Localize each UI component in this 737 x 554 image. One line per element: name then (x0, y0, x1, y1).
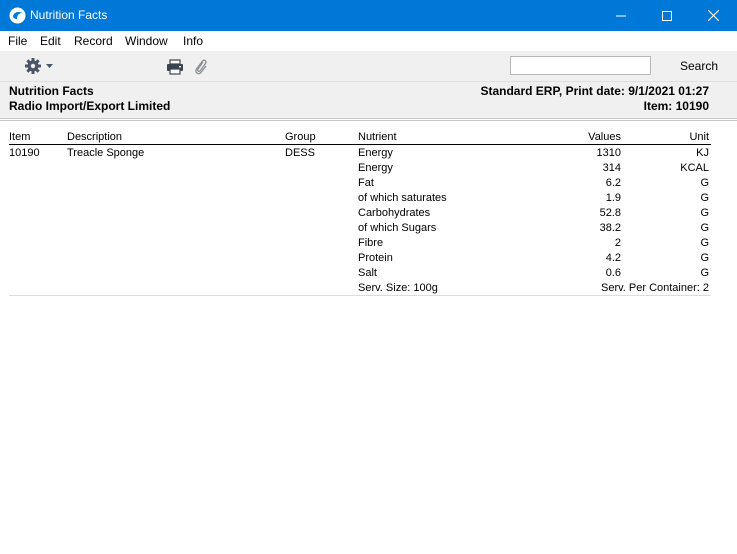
header-values: Values (588, 131, 621, 143)
print-info: Standard ERP, Print date: 9/1/2021 01:27 (480, 84, 709, 98)
nutrient-name: Fat (358, 177, 374, 189)
nutrient-unit: G (700, 192, 709, 204)
menu-window[interactable]: Window (125, 34, 168, 48)
minimize-icon (616, 15, 626, 16)
nutrient-value: 0.6 (605, 267, 621, 279)
nutrient-name: Protein (358, 252, 393, 264)
item-label: Item: 10190 (643, 99, 709, 113)
nutrient-unit: G (700, 267, 709, 279)
nutrient-value: 6.2 (605, 177, 621, 189)
attach-button[interactable] (194, 58, 208, 76)
nutrient-value: 314 (602, 162, 621, 174)
nutrient-value: 1.9 (605, 192, 621, 204)
nutrient-unit: G (700, 177, 709, 189)
close-icon (707, 10, 719, 21)
operations-menu-button[interactable] (24, 57, 56, 75)
nutrient-unit: KJ (696, 147, 709, 159)
nutrient-name: of which Sugars (358, 222, 437, 234)
print-button[interactable] (166, 59, 184, 75)
report-header: Nutrition Facts Radio Import/Export Limi… (0, 82, 737, 118)
header-description: Description (67, 131, 123, 143)
item-code: 10190 (9, 147, 40, 159)
maximize-button[interactable] (644, 0, 690, 31)
nutrient-name: Salt (358, 267, 377, 279)
divider (0, 120, 737, 121)
table-header-rule (9, 144, 711, 145)
maximize-icon (662, 10, 672, 21)
menu-file[interactable]: File (8, 34, 27, 48)
nutrient-value: 2 (614, 237, 621, 249)
nutrient-value: 4.2 (605, 252, 621, 264)
serving-size: Serv. Size: 100g (358, 282, 438, 294)
item-group: DESS (285, 147, 315, 159)
chevron-down-icon (46, 64, 53, 68)
nutrient-value: 38.2 (599, 222, 621, 234)
menu-info[interactable]: Info (183, 34, 203, 48)
nutrient-unit: G (700, 222, 709, 234)
nutrient-name: Carbohydrates (358, 207, 431, 219)
search-input[interactable] (510, 56, 651, 75)
title-bar: Nutrition Facts (0, 0, 737, 31)
menu-record[interactable]: Record (74, 34, 113, 48)
company-name: Radio Import/Export Limited (9, 99, 171, 113)
close-button[interactable] (690, 0, 736, 31)
table-end-rule (9, 295, 711, 296)
divider (0, 118, 737, 119)
toolbar: Search (0, 51, 737, 82)
nutrient-unit: G (700, 237, 709, 249)
nutrient-unit: G (700, 252, 709, 264)
printer-icon (167, 59, 183, 75)
nutrient-name: Energy (358, 162, 393, 174)
item-description: Treacle Sponge (67, 147, 145, 159)
nutrient-name: Fibre (358, 237, 384, 249)
header-item: Item (9, 131, 31, 143)
header-unit: Unit (689, 131, 709, 143)
paperclip-icon (195, 59, 207, 75)
header-nutrient: Nutrient (358, 131, 397, 143)
window-title: Nutrition Facts (30, 8, 108, 22)
minimize-button[interactable] (598, 0, 644, 31)
nutrient-value: 1310 (596, 147, 621, 159)
nutrient-unit: G (700, 207, 709, 219)
report-title: Nutrition Facts (9, 84, 94, 98)
menu-edit[interactable]: Edit (40, 34, 61, 48)
servings-per-container: Serv. Per Container: 2 (600, 282, 709, 294)
search-button[interactable]: Search (680, 59, 718, 73)
nutrient-unit: KCAL (680, 162, 709, 174)
nutrient-name: of which saturates (358, 192, 447, 204)
gear-icon (25, 58, 41, 74)
menu-bar: File Edit Record Window Info (0, 31, 737, 51)
nutrient-name: Energy (358, 147, 393, 159)
nutrient-value: 52.8 (599, 207, 621, 219)
app-icon (9, 7, 26, 24)
header-group: Group (285, 131, 316, 143)
